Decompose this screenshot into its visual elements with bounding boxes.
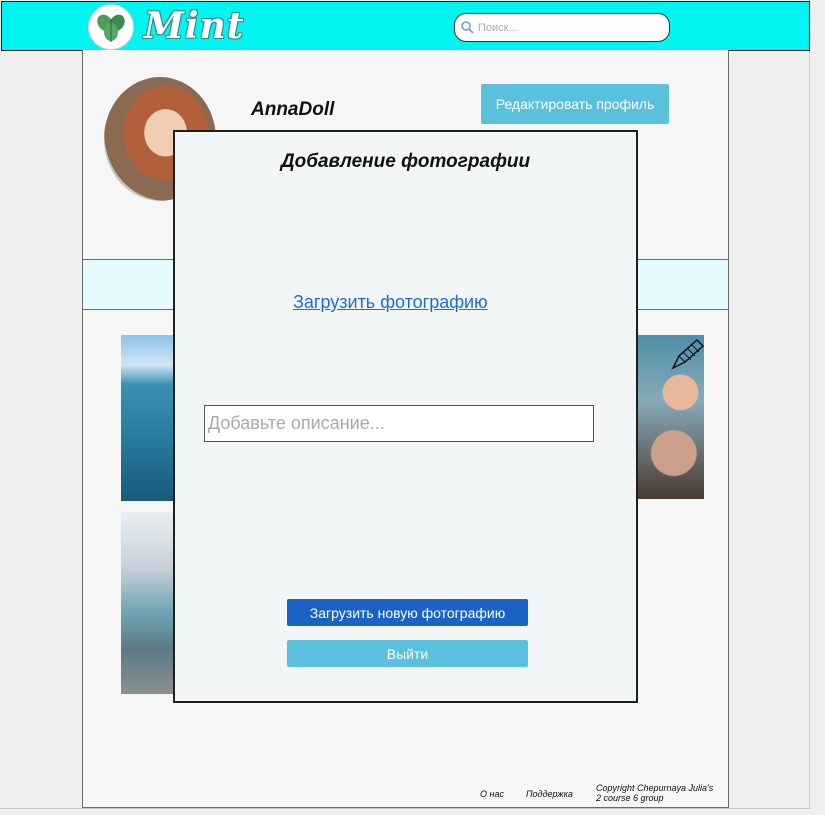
edit-profile-button[interactable]: Редактировать профиль <box>481 84 669 124</box>
footer-copyright: Copyright Chepurnaya Julia's <box>596 783 714 793</box>
search-box[interactable] <box>454 13 670 42</box>
exit-button[interactable]: Выйти <box>287 640 528 667</box>
upload-photo-link[interactable]: Загрузить фотографию <box>293 292 488 313</box>
photo-thumbnail[interactable] <box>121 512 175 694</box>
top-navigation-bar: Mint <box>1 1 810 51</box>
footer-about-link[interactable]: О нас <box>480 789 504 799</box>
profile-username: AnnaDoll <box>251 99 335 120</box>
description-input[interactable] <box>204 405 594 442</box>
search-input[interactable] <box>476 20 660 35</box>
dialog-title: Добавление фотографии <box>280 151 531 172</box>
pencil-icon[interactable] <box>671 338 705 370</box>
app-logo-text[interactable]: Mint <box>144 5 244 47</box>
search-icon <box>461 21 474 34</box>
mint-leaf-icon[interactable] <box>88 4 134 50</box>
photo-thumbnail[interactable] <box>121 335 175 501</box>
footer-copyright-group: 2 course 6 group <box>596 793 664 803</box>
upload-new-photo-button[interactable]: Загрузить новую фотографию <box>287 599 528 626</box>
add-photo-dialog: Добавление фотографии Загрузить фотограф… <box>173 130 638 703</box>
footer-support-link[interactable]: Поддержка <box>526 789 573 799</box>
